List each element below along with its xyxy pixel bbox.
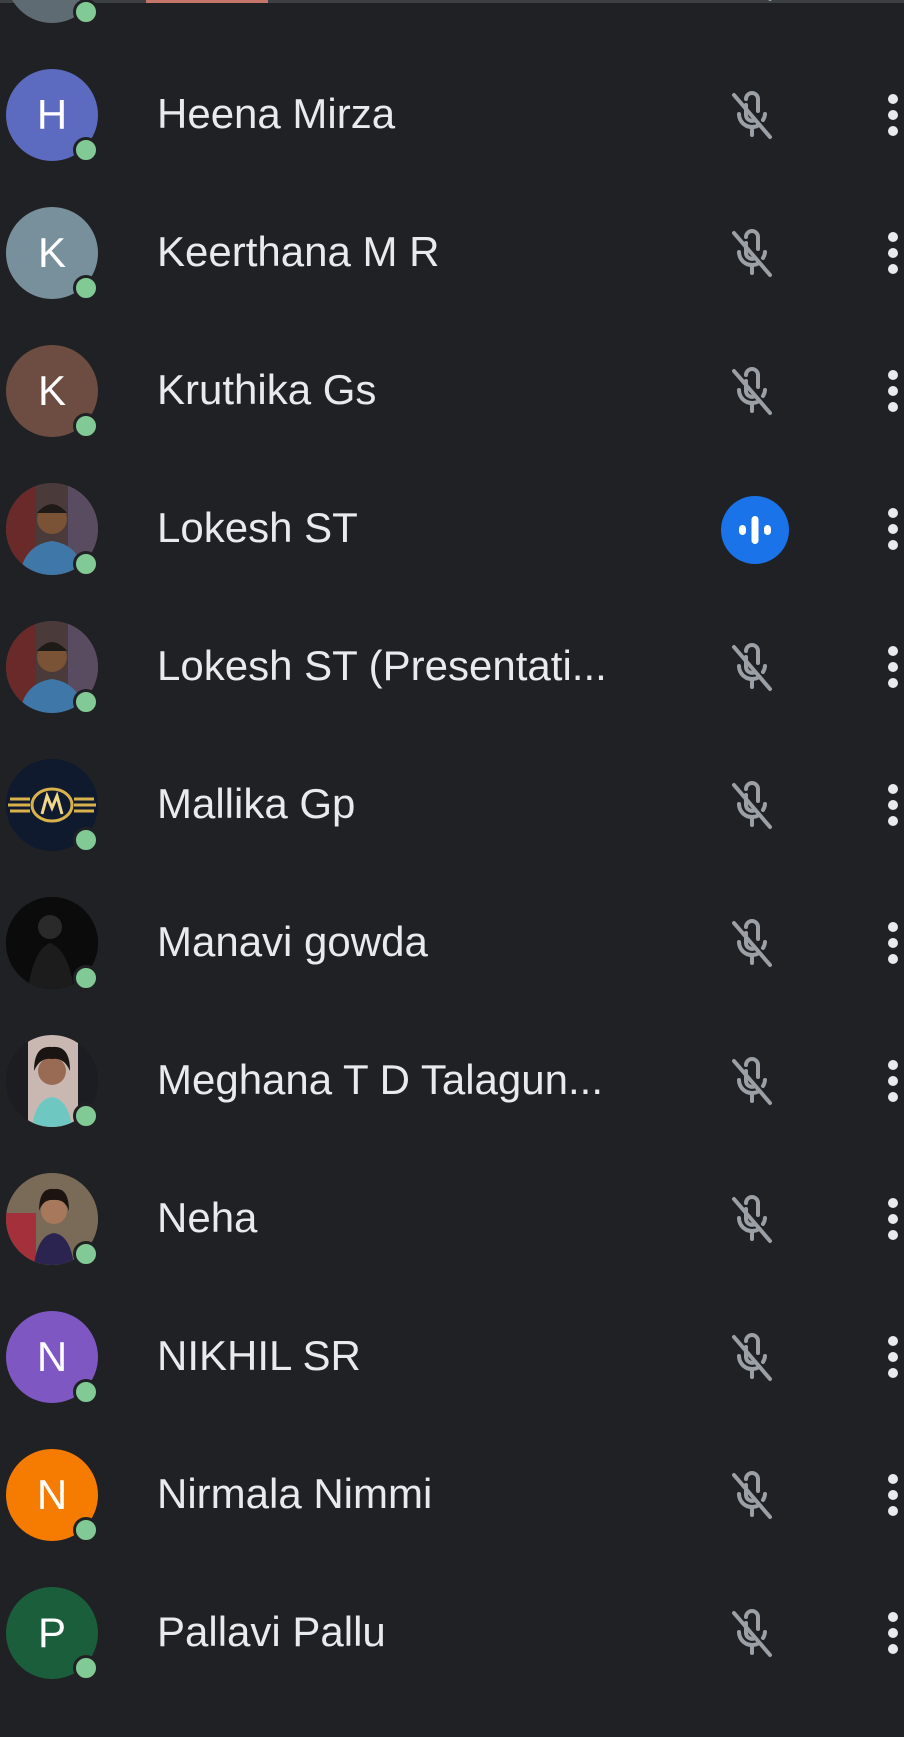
mic-off-icon — [722, 85, 782, 145]
participant-row[interactable]: P Pallavi Pallu — [0, 1563, 904, 1701]
participant-name: Kruthika Gs — [157, 366, 377, 413]
mic-off-icon — [722, 223, 782, 283]
participant-row[interactable]: Lokesh ST (Presentati... — [0, 597, 904, 735]
online-status-dot — [73, 137, 99, 163]
mic-off-icon — [722, 637, 782, 697]
mic-off-icon — [722, 361, 782, 421]
participant-list: GGeetha GowdaHHeena MirzaKKeerthana M RK… — [0, 0, 904, 1701]
participant-name: NIKHIL SR — [157, 1332, 361, 1379]
participant-row[interactable]: N Nirmala Nimmi — [0, 1425, 904, 1563]
online-status-dot — [73, 0, 99, 25]
mic-off-icon — [722, 1327, 782, 1387]
participant-row[interactable]: H Heena Mirza — [0, 45, 904, 183]
participant-name: Nirmala Nimmi — [157, 1470, 433, 1517]
participant-name: Lokesh ST — [157, 504, 358, 551]
online-status-dot — [73, 275, 99, 301]
avatar-initial: K — [37, 367, 66, 414]
participant-row[interactable]: N NIKHIL SR — [0, 1287, 904, 1425]
online-status-dot — [73, 827, 99, 853]
participant-name: Heena Mirza — [157, 90, 396, 137]
more-options-icon[interactable] — [876, 85, 904, 145]
speaking-indicator-icon — [721, 496, 789, 564]
participant-name: Keerthana M R — [157, 228, 440, 275]
participant-row[interactable]: K Kruthika Gs — [0, 321, 904, 459]
participant-row[interactable]: Neha — [0, 1149, 904, 1287]
participant-name: Mallika Gp — [157, 780, 356, 827]
online-status-dot — [73, 551, 99, 577]
avatar-initial: K — [37, 229, 66, 276]
online-status-dot — [73, 1103, 99, 1129]
participant-name: Manavi gowda — [157, 918, 428, 965]
avatar-initial: P — [37, 1609, 66, 1656]
more-options-icon[interactable] — [876, 1465, 904, 1525]
more-options-icon[interactable] — [876, 775, 904, 835]
mic-off-icon — [722, 1051, 782, 1111]
mic-off-icon — [722, 1189, 782, 1249]
online-status-dot — [73, 413, 99, 439]
participant-row[interactable]: Manavi gowda — [0, 873, 904, 1011]
participant-row[interactable]: Lokesh ST — [0, 459, 904, 597]
participant-row[interactable]: K Keerthana M R — [0, 183, 904, 321]
mic-off-icon — [722, 1603, 782, 1663]
online-status-dot — [73, 1241, 99, 1267]
online-status-dot — [73, 1655, 99, 1681]
online-status-dot — [73, 965, 99, 991]
avatar-initial: N — [36, 1333, 68, 1380]
online-status-dot — [73, 1517, 99, 1543]
more-options-icon[interactable] — [876, 1189, 904, 1249]
mic-off-icon — [722, 913, 782, 973]
participant-row[interactable]: G Geetha Gowda — [0, 0, 904, 45]
participant-name: Lokesh ST (Presentati... — [157, 642, 607, 689]
more-options-icon[interactable] — [876, 1603, 904, 1663]
online-status-dot — [73, 1379, 99, 1405]
more-options-icon[interactable] — [876, 1327, 904, 1387]
online-status-dot — [73, 689, 99, 715]
participant-name: Meghana T D Talagun... — [157, 1056, 603, 1103]
more-options-icon[interactable] — [876, 1051, 904, 1111]
more-options-icon[interactable] — [876, 913, 904, 973]
participant-name: Neha — [157, 1194, 258, 1241]
avatar-initial: N — [36, 1471, 68, 1518]
participant-name: Geetha Gowda — [157, 0, 440, 45]
more-options-icon[interactable] — [876, 637, 904, 697]
mic-off-icon — [722, 1465, 782, 1525]
participant-row[interactable]: Meghana T D Talagun... — [0, 1011, 904, 1149]
participant-row[interactable]: Mallika Gp — [0, 735, 904, 873]
participant-name: Pallavi Pallu — [157, 1608, 386, 1655]
more-options-icon[interactable] — [876, 361, 904, 421]
mic-off-icon — [722, 775, 782, 835]
mic-off-icon — [722, 0, 782, 7]
avatar-initial: G — [36, 0, 69, 1]
more-options-icon[interactable] — [876, 499, 904, 559]
avatar-initial: H — [36, 91, 68, 138]
more-options-icon[interactable] — [876, 223, 904, 283]
more-options-icon[interactable] — [876, 0, 904, 7]
